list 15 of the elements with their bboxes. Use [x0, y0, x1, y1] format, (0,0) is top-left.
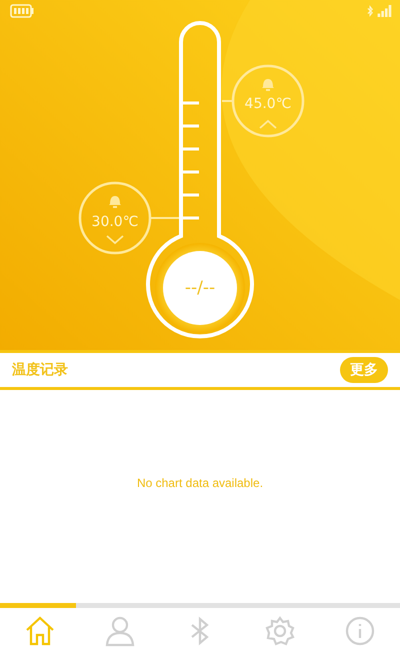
more-button[interactable]: 更多: [340, 357, 388, 383]
home-icon: [24, 615, 56, 647]
settings-icon: [264, 615, 296, 647]
signal-icon: [377, 5, 392, 17]
bluetooth-icon: [367, 5, 374, 17]
info-icon: [344, 615, 376, 647]
high-alarm-value: 45.0℃: [244, 96, 292, 112]
empty-chart-message: No chart data available.: [136, 476, 264, 490]
section-title: 温度记录: [12, 361, 68, 379]
temperature-reading: --/--: [184, 278, 216, 298]
battery-icon: [10, 4, 34, 18]
low-alarm-value: 30.0℃: [92, 214, 138, 230]
person-icon: [104, 615, 136, 647]
low-alarm-dial[interactable]: [78, 182, 152, 254]
high-alarm-dial[interactable]: [232, 64, 304, 138]
